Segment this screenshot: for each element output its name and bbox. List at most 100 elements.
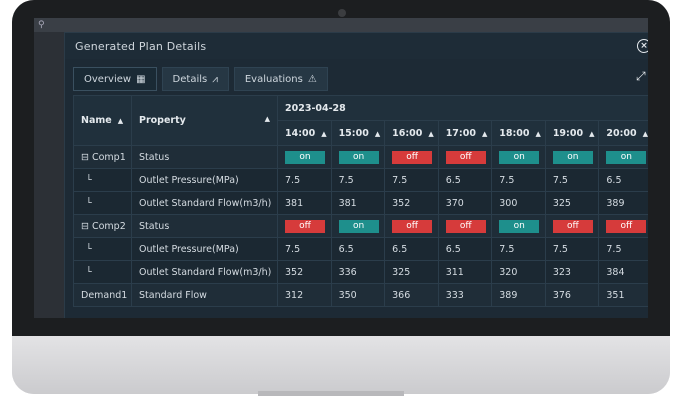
header-time-label: 14:00 (285, 127, 316, 139)
value-cell: 376 (544, 283, 600, 307)
value-cell: 381 (277, 191, 332, 215)
header-time-label: 20:00 (606, 127, 637, 139)
value-cell: 7.5 (277, 168, 332, 192)
table-row: ⊟ Comp2 Status off on off off on off off (73, 214, 648, 238)
value-cell: 352 (277, 260, 332, 284)
value-cell: 311 (437, 260, 493, 284)
row-name[interactable]: ⊟ Comp2 (73, 214, 132, 238)
value-cell: 336 (330, 260, 386, 284)
table-row: └ Outlet Standard Flow(m3/h) 381 381 352 370 3… (73, 191, 648, 215)
value-cell: 370 (437, 191, 493, 215)
header-time[interactable]: 20:00 ▲ (598, 120, 648, 146)
value-cell: on (491, 145, 546, 169)
row-name: └ (73, 237, 132, 261)
value-cell: 7.5 (491, 168, 546, 192)
value-cell: 384 (598, 260, 648, 284)
row-name: Demand1 (73, 283, 132, 307)
dialog-title: Generated Plan Details (75, 39, 207, 53)
value-cell: off (277, 214, 332, 238)
status-badge: off (392, 150, 433, 164)
background-window-bar: ⚲ (34, 18, 648, 32)
status-badge: on (552, 150, 593, 164)
status-badge: off (606, 219, 647, 233)
table-row: └ Outlet Pressure(MPa) 7.5 7.5 7.5 6.5 7.5 7.5 6… (73, 168, 648, 192)
value-cell: 381 (330, 191, 386, 215)
header-property[interactable]: Property ▲ (131, 95, 278, 146)
value-cell: 350 (330, 283, 386, 307)
header-time[interactable]: 14:00 ▲ (277, 120, 332, 146)
sort-asc-icon: ▲ (428, 129, 434, 138)
tab-evaluations-label: Evaluations (244, 73, 303, 85)
table-row: └ Outlet Pressure(MPa) 7.5 6.5 6.5 6.5 7.5 7.5 7… (73, 237, 648, 261)
monitor-stand (258, 391, 404, 396)
row-property: Status (131, 145, 278, 169)
sort-asc-icon: ▲ (535, 129, 541, 138)
header-property-label: Property (139, 115, 186, 126)
value-cell: 320 (491, 260, 546, 284)
value-cell: 7.5 (384, 168, 439, 192)
table-icon: ▦ (136, 73, 146, 85)
status-badge: off (445, 150, 486, 164)
row-property: Outlet Pressure(MPa) (131, 237, 278, 261)
header-time[interactable]: 18:00 ▲ (491, 120, 546, 146)
value-cell: on (491, 214, 546, 238)
value-cell: 6.5 (437, 168, 493, 192)
table-body: ⊟ Comp1 Status on on off off on on on └ Outlet Pre… (73, 145, 648, 307)
close-icon[interactable]: × (637, 39, 648, 53)
value-cell: 7.5 (330, 168, 386, 192)
value-cell: 351 (598, 283, 648, 307)
sort-asc-icon: ▲ (589, 129, 595, 138)
status-badge: off (445, 219, 486, 233)
header-time-label: 19:00 (552, 127, 584, 139)
status-badge: on (338, 219, 379, 233)
monitor-bezel: ⚲ Generated Plan Details × Overview ▦ De… (12, 0, 670, 336)
header-date: 2023-04-28 (277, 95, 648, 121)
value-cell: 6.5 (330, 237, 386, 261)
value-cell: 325 (384, 260, 439, 284)
header-time[interactable]: 15:00 ▲ (330, 120, 386, 146)
header-time[interactable]: 19:00 ▲ (544, 120, 600, 146)
sort-asc-icon: ▲ (481, 129, 488, 138)
tab-overview-label: Overview (84, 73, 132, 85)
header-time-label: 16:00 (392, 127, 423, 139)
value-cell: 7.5 (544, 168, 600, 192)
row-name: └ (73, 260, 132, 284)
value-cell: off (598, 214, 648, 238)
tab-evaluations[interactable]: Evaluations ⚠ (233, 67, 328, 91)
value-cell: on (277, 145, 332, 169)
row-property: Outlet Standard Flow(m3/h) (131, 191, 278, 215)
value-cell: 6.5 (384, 237, 439, 261)
value-cell: off (384, 145, 439, 169)
table-row: ⊟ Comp1 Status on on off off on on on (73, 145, 648, 169)
value-cell: 7.5 (544, 237, 600, 261)
header-time[interactable]: 16:00 ▲ (384, 120, 439, 146)
status-badge: off (392, 219, 433, 233)
sort-asc-icon: ▲ (117, 117, 124, 125)
sort-asc-icon: ▲ (374, 129, 381, 138)
value-cell: 7.5 (598, 237, 648, 261)
header-name[interactable]: Name ▲ (73, 95, 132, 146)
value-cell: 389 (598, 191, 648, 215)
sort-asc-icon: ▲ (264, 115, 270, 123)
value-cell: 352 (384, 191, 439, 215)
value-cell: on (330, 145, 386, 169)
value-cell: 333 (437, 283, 493, 307)
tab-details[interactable]: Details ⩘ (161, 67, 229, 91)
tab-overview[interactable]: Overview ▦ (73, 67, 157, 91)
value-cell: 325 (544, 191, 600, 215)
monitor-frame: ⚲ Generated Plan Details × Overview ▦ De… (12, 0, 670, 394)
value-cell: off (384, 214, 439, 238)
row-name[interactable]: ⊟ Comp1 (73, 145, 132, 169)
sort-asc-icon: ▲ (321, 129, 327, 138)
value-cell: 6.5 (437, 237, 493, 261)
header-time-label: 17:00 (445, 127, 476, 139)
value-cell: 312 (277, 283, 332, 307)
row-property: Outlet Pressure(MPa) (131, 168, 278, 192)
expand-icon[interactable]: ⤢ (636, 69, 648, 83)
status-badge: off (285, 219, 325, 233)
header-time[interactable]: 17:00 ▲ (437, 120, 493, 146)
status-badge: off (552, 219, 593, 233)
row-property: Standard Flow (131, 283, 278, 307)
value-cell: off (437, 214, 493, 238)
chart-icon: ⩘ (212, 73, 218, 85)
